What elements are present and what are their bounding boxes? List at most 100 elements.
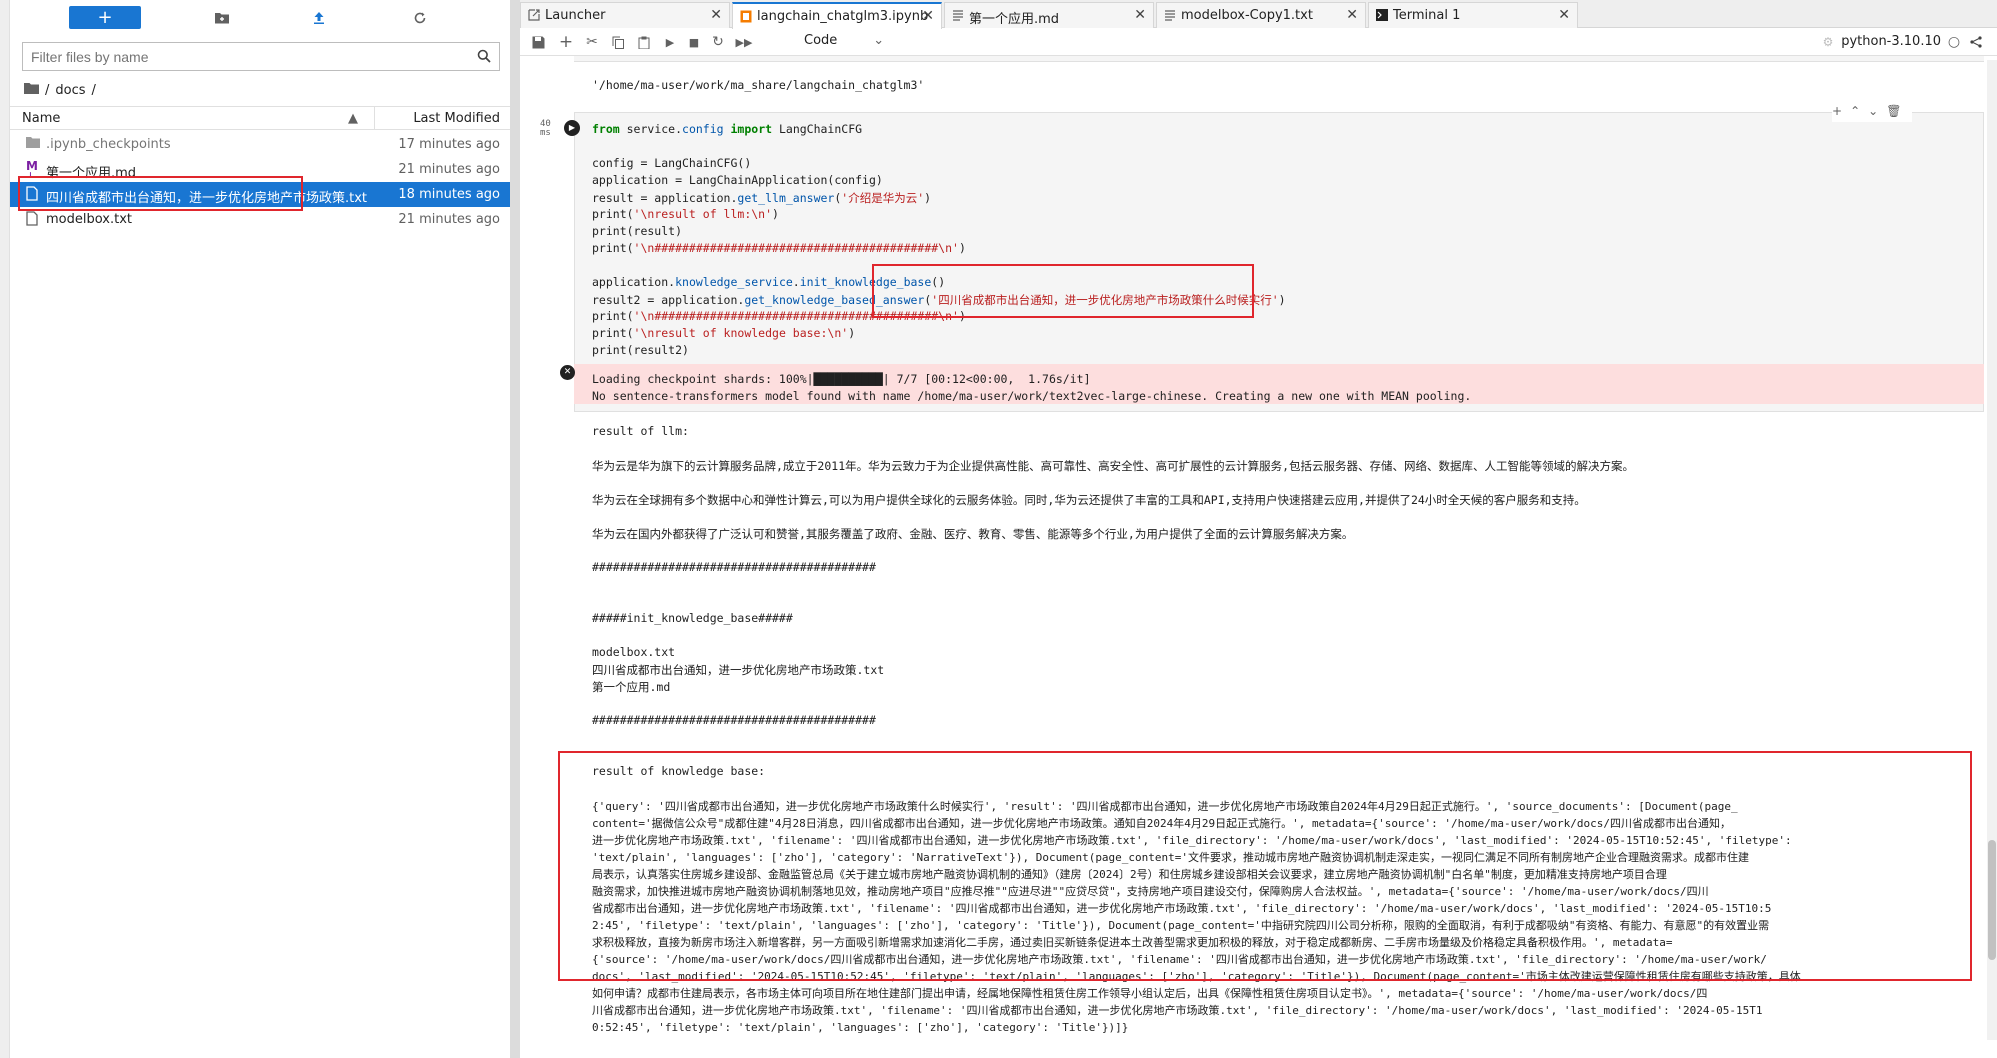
file-modified: 21 minutes ago <box>398 212 500 227</box>
tab-notebook[interactable]: langchain_chatglm3.ipynb ✕ <box>732 2 942 29</box>
close-icon[interactable]: ✕ <box>1134 7 1146 23</box>
tab-markdown[interactable]: 第一个应用.md ✕ <box>944 2 1154 28</box>
breadcrumb-docs[interactable]: docs <box>55 83 85 98</box>
close-icon[interactable]: ✕ <box>1346 7 1358 23</box>
kernel-name[interactable]: python-3.10.10 <box>1841 34 1941 49</box>
move-down-icon[interactable]: ⌄ <box>1868 104 1878 122</box>
file-browser-panel: + / docs / Name ▲ Last Modified .ipynb_c… <box>0 0 510 1058</box>
stderr-line: No sentence-transformers model found wit… <box>592 389 1472 403</box>
breadcrumb: / docs / <box>24 80 96 100</box>
code-line: print(result) <box>592 224 683 238</box>
markdown-icon <box>952 9 964 22</box>
add-cell-icon[interactable]: + <box>1832 104 1842 122</box>
folder-icon <box>26 136 40 152</box>
output-line: 如何申请？成都市住建局表示，各市场主体可向项目所在地住建部门提出申请，经属地保障… <box>592 987 1708 1000</box>
file-row[interactable]: .ipynb_checkpoints 17 minutes ago <box>10 132 510 157</box>
file-name: .ipynb_checkpoints <box>46 137 171 152</box>
file-filter-input[interactable] <box>23 43 463 70</box>
search-icon <box>477 49 491 67</box>
run-all-icon[interactable]: ▶▶ <box>736 34 753 50</box>
code-line: print('\nresult of knowledge base:\n') <box>592 326 856 340</box>
tab-text-file[interactable]: modelbox-Copy1.txt ✕ <box>1156 2 1366 28</box>
tab-label: langchain_chatglm3.ipynb <box>757 9 929 24</box>
terminal-icon <box>1376 9 1388 22</box>
output-line: 第一个应用.md <box>592 680 671 694</box>
text-file-icon <box>26 211 40 227</box>
tab-label: modelbox-Copy1.txt <box>1181 8 1313 23</box>
markdown-icon: M ↓ <box>26 159 38 180</box>
output-line: #####init_knowledge_base##### <box>592 611 793 625</box>
stderr-line: Loading checkpoint shards: 100%|████████… <box>592 372 1091 386</box>
chevron-down-icon: ⌄ <box>873 33 885 48</box>
tab-bar: Launcher ✕ langchain_chatglm3.ipynb ✕ 第一… <box>520 0 1997 29</box>
stop-icon[interactable]: ■ <box>686 34 702 50</box>
panel-splitter[interactable] <box>510 0 520 1058</box>
file-filter-field[interactable] <box>22 42 500 71</box>
restart-icon[interactable]: ↻ <box>710 34 726 50</box>
upload-icon[interactable] <box>307 6 331 30</box>
gear-icon: ⚙ <box>1822 35 1834 49</box>
highlight-box <box>872 264 1254 318</box>
name-column-header[interactable]: Name <box>22 111 60 126</box>
sort-ascending-icon[interactable]: ▲ <box>348 111 358 126</box>
add-cell-icon[interactable]: + <box>558 32 574 52</box>
notebook-toolbar: + ✂ ▶ ■ ↻ ▶▶ Code ⌄ ⚙ python-3.10.10 ○ <box>520 29 1997 56</box>
previous-cell-edge <box>574 56 1984 62</box>
cell-type-label: Code <box>804 33 838 48</box>
copy-icon[interactable] <box>610 34 626 50</box>
output-line: 0:52:45', 'filetype': 'text/plain', 'lan… <box>592 1021 1129 1034</box>
code-line: print(result2) <box>592 343 689 357</box>
paste-icon[interactable] <box>636 34 652 50</box>
main-area: Launcher ✕ langchain_chatglm3.ipynb ✕ 第一… <box>520 0 1997 1058</box>
column-divider[interactable] <box>374 107 375 130</box>
tab-label: Terminal 1 <box>1393 8 1461 23</box>
close-icon[interactable]: ✕ <box>710 7 722 23</box>
new-folder-icon[interactable] <box>210 6 234 30</box>
run-icon[interactable]: ▶ <box>662 34 678 50</box>
file-modified: 17 minutes ago <box>398 137 500 152</box>
activity-bar <box>0 0 10 1058</box>
tab-terminal[interactable]: Terminal 1 ✕ <box>1368 2 1578 28</box>
folder-icon[interactable] <box>24 82 39 98</box>
run-cell-icon[interactable]: ▶ <box>564 120 580 136</box>
share-icon[interactable] <box>1968 34 1984 50</box>
cut-icon[interactable]: ✂ <box>584 34 600 50</box>
close-icon[interactable]: ✕ <box>922 8 934 24</box>
breadcrumb-root[interactable]: / <box>45 83 49 98</box>
breadcrumb-separator: / <box>91 82 96 98</box>
output-line: 华为云在国内外都获得了广泛认可和赞誉,其服务覆盖了政府、金融、医疗、教育、零售、… <box>592 527 1354 541</box>
file-modified: 21 minutes ago <box>398 162 500 177</box>
highlight-box <box>558 751 1972 981</box>
save-icon[interactable] <box>530 34 546 50</box>
cell-type-select[interactable]: Code ⌄ <box>804 33 884 48</box>
notebook-icon <box>740 10 752 23</box>
code-line: config = LangChainCFG() <box>592 156 752 170</box>
notebook-area: '/home/ma-user/work/ma_share/langchain_c… <box>520 56 1997 1058</box>
code-line: result = application.get_llm_answer('介绍是… <box>592 191 932 205</box>
file-modified: 18 minutes ago <box>398 187 500 202</box>
file-name: modelbox.txt <box>46 212 132 227</box>
output-line: 四川省成都市出台通知，进一步优化房地产市场政策.txt <box>592 663 885 677</box>
code-line: print('\nresult of llm:\n') <box>592 207 779 221</box>
move-up-icon[interactable]: ⌃ <box>1850 104 1860 122</box>
new-launcher-button[interactable]: + <box>69 6 141 29</box>
output-line: 川省成都市出台通知，进一步优化房地产市场政策.txt', 'filename':… <box>592 1004 1763 1017</box>
code-line: from service.config import LangChainCFG <box>592 122 863 136</box>
code-line: print('\n###############################… <box>592 241 966 255</box>
clear-output-icon[interactable]: ✕ <box>560 365 575 380</box>
file-list-header: Name ▲ Last Modified <box>10 106 510 130</box>
output-line: result of llm: <box>592 424 689 438</box>
tab-launcher[interactable]: Launcher ✕ <box>520 2 730 28</box>
scrollbar-thumb[interactable] <box>1988 840 1996 960</box>
text-file-icon <box>1164 9 1176 22</box>
modified-column-header[interactable]: Last Modified <box>413 111 500 126</box>
kernel-status-icon: ○ <box>1947 34 1961 50</box>
output-line: ########################################… <box>592 560 876 574</box>
close-icon[interactable]: ✕ <box>1558 7 1570 23</box>
notebook-scrollbar[interactable] <box>1987 60 1997 1040</box>
delete-icon[interactable]: 🗑 <box>1886 104 1901 122</box>
previous-output: '/home/ma-user/work/ma_share/langchain_c… <box>592 78 925 92</box>
output-line: 华为云是华为旗下的云计算服务品牌,成立于2011年。华为云致力于为企业提供高性能… <box>592 459 1635 473</box>
refresh-icon[interactable] <box>408 6 432 30</box>
cell-toolbar: + ⌃ ⌄ 🗑 <box>1832 104 1912 122</box>
